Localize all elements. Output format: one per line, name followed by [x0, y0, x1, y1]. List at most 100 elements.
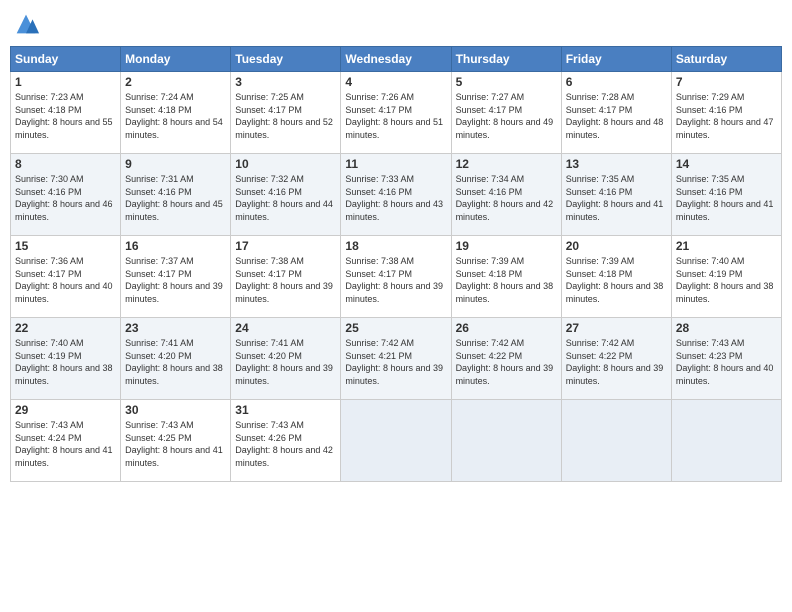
calendar-cell: 26 Sunrise: 7:42 AM Sunset: 4:22 PM Dayl… [451, 318, 561, 400]
day-of-week-header: Friday [561, 47, 671, 72]
cell-info: Sunrise: 7:36 AM Sunset: 4:17 PM Dayligh… [15, 255, 116, 305]
day-of-week-header: Saturday [671, 47, 781, 72]
cell-info: Sunrise: 7:40 AM Sunset: 4:19 PM Dayligh… [676, 255, 777, 305]
cell-info: Sunrise: 7:33 AM Sunset: 4:16 PM Dayligh… [345, 173, 446, 223]
cell-info: Sunrise: 7:37 AM Sunset: 4:17 PM Dayligh… [125, 255, 226, 305]
calendar-cell: 16 Sunrise: 7:37 AM Sunset: 4:17 PM Dayl… [121, 236, 231, 318]
day-of-week-header: Sunday [11, 47, 121, 72]
calendar-cell: 7 Sunrise: 7:29 AM Sunset: 4:16 PM Dayli… [671, 72, 781, 154]
calendar-cell: 18 Sunrise: 7:38 AM Sunset: 4:17 PM Dayl… [341, 236, 451, 318]
day-of-week-header: Wednesday [341, 47, 451, 72]
day-number: 26 [456, 321, 557, 335]
calendar-cell: 17 Sunrise: 7:38 AM Sunset: 4:17 PM Dayl… [231, 236, 341, 318]
calendar-cell: 21 Sunrise: 7:40 AM Sunset: 4:19 PM Dayl… [671, 236, 781, 318]
day-number: 31 [235, 403, 336, 417]
day-number: 25 [345, 321, 446, 335]
calendar-cell: 28 Sunrise: 7:43 AM Sunset: 4:23 PM Dayl… [671, 318, 781, 400]
calendar-cell: 2 Sunrise: 7:24 AM Sunset: 4:18 PM Dayli… [121, 72, 231, 154]
cell-info: Sunrise: 7:41 AM Sunset: 4:20 PM Dayligh… [235, 337, 336, 387]
day-number: 20 [566, 239, 667, 253]
day-number: 15 [15, 239, 116, 253]
cell-info: Sunrise: 7:23 AM Sunset: 4:18 PM Dayligh… [15, 91, 116, 141]
cell-info: Sunrise: 7:35 AM Sunset: 4:16 PM Dayligh… [566, 173, 667, 223]
cell-info: Sunrise: 7:29 AM Sunset: 4:16 PM Dayligh… [676, 91, 777, 141]
calendar-cell: 24 Sunrise: 7:41 AM Sunset: 4:20 PM Dayl… [231, 318, 341, 400]
calendar-header-row: SundayMondayTuesdayWednesdayThursdayFrid… [11, 47, 782, 72]
day-number: 18 [345, 239, 446, 253]
day-number: 3 [235, 75, 336, 89]
day-number: 24 [235, 321, 336, 335]
calendar-cell: 15 Sunrise: 7:36 AM Sunset: 4:17 PM Dayl… [11, 236, 121, 318]
calendar-cell: 10 Sunrise: 7:32 AM Sunset: 4:16 PM Dayl… [231, 154, 341, 236]
calendar-cell: 8 Sunrise: 7:30 AM Sunset: 4:16 PM Dayli… [11, 154, 121, 236]
day-number: 6 [566, 75, 667, 89]
day-of-week-header: Tuesday [231, 47, 341, 72]
cell-info: Sunrise: 7:38 AM Sunset: 4:17 PM Dayligh… [345, 255, 446, 305]
page-header [10, 10, 782, 38]
day-of-week-header: Monday [121, 47, 231, 72]
calendar-cell: 30 Sunrise: 7:43 AM Sunset: 4:25 PM Dayl… [121, 400, 231, 482]
day-number: 10 [235, 157, 336, 171]
cell-info: Sunrise: 7:30 AM Sunset: 4:16 PM Dayligh… [15, 173, 116, 223]
cell-info: Sunrise: 7:42 AM Sunset: 4:22 PM Dayligh… [566, 337, 667, 387]
calendar-week-row: 29 Sunrise: 7:43 AM Sunset: 4:24 PM Dayl… [11, 400, 782, 482]
day-number: 8 [15, 157, 116, 171]
day-number: 30 [125, 403, 226, 417]
calendar-cell: 4 Sunrise: 7:26 AM Sunset: 4:17 PM Dayli… [341, 72, 451, 154]
day-number: 14 [676, 157, 777, 171]
logo [10, 10, 40, 38]
cell-info: Sunrise: 7:43 AM Sunset: 4:26 PM Dayligh… [235, 419, 336, 469]
calendar-cell: 11 Sunrise: 7:33 AM Sunset: 4:16 PM Dayl… [341, 154, 451, 236]
cell-info: Sunrise: 7:39 AM Sunset: 4:18 PM Dayligh… [456, 255, 557, 305]
cell-info: Sunrise: 7:34 AM Sunset: 4:16 PM Dayligh… [456, 173, 557, 223]
day-number: 1 [15, 75, 116, 89]
calendar-week-row: 1 Sunrise: 7:23 AM Sunset: 4:18 PM Dayli… [11, 72, 782, 154]
day-number: 17 [235, 239, 336, 253]
cell-info: Sunrise: 7:25 AM Sunset: 4:17 PM Dayligh… [235, 91, 336, 141]
day-number: 29 [15, 403, 116, 417]
calendar-week-row: 8 Sunrise: 7:30 AM Sunset: 4:16 PM Dayli… [11, 154, 782, 236]
calendar-cell [671, 400, 781, 482]
calendar-cell: 14 Sunrise: 7:35 AM Sunset: 4:16 PM Dayl… [671, 154, 781, 236]
day-number: 27 [566, 321, 667, 335]
day-of-week-header: Thursday [451, 47, 561, 72]
day-number: 19 [456, 239, 557, 253]
calendar-cell: 22 Sunrise: 7:40 AM Sunset: 4:19 PM Dayl… [11, 318, 121, 400]
calendar-cell: 27 Sunrise: 7:42 AM Sunset: 4:22 PM Dayl… [561, 318, 671, 400]
calendar-cell: 20 Sunrise: 7:39 AM Sunset: 4:18 PM Dayl… [561, 236, 671, 318]
cell-info: Sunrise: 7:43 AM Sunset: 4:24 PM Dayligh… [15, 419, 116, 469]
calendar-cell: 23 Sunrise: 7:41 AM Sunset: 4:20 PM Dayl… [121, 318, 231, 400]
calendar-cell: 25 Sunrise: 7:42 AM Sunset: 4:21 PM Dayl… [341, 318, 451, 400]
calendar-cell: 1 Sunrise: 7:23 AM Sunset: 4:18 PM Dayli… [11, 72, 121, 154]
day-number: 11 [345, 157, 446, 171]
day-number: 13 [566, 157, 667, 171]
cell-info: Sunrise: 7:27 AM Sunset: 4:17 PM Dayligh… [456, 91, 557, 141]
cell-info: Sunrise: 7:42 AM Sunset: 4:21 PM Dayligh… [345, 337, 446, 387]
day-number: 7 [676, 75, 777, 89]
day-number: 12 [456, 157, 557, 171]
cell-info: Sunrise: 7:43 AM Sunset: 4:23 PM Dayligh… [676, 337, 777, 387]
calendar-cell: 29 Sunrise: 7:43 AM Sunset: 4:24 PM Dayl… [11, 400, 121, 482]
calendar-week-row: 15 Sunrise: 7:36 AM Sunset: 4:17 PM Dayl… [11, 236, 782, 318]
calendar-cell [561, 400, 671, 482]
day-number: 9 [125, 157, 226, 171]
calendar-cell: 3 Sunrise: 7:25 AM Sunset: 4:17 PM Dayli… [231, 72, 341, 154]
logo-icon [12, 10, 40, 38]
calendar-week-row: 22 Sunrise: 7:40 AM Sunset: 4:19 PM Dayl… [11, 318, 782, 400]
day-number: 2 [125, 75, 226, 89]
calendar-cell: 31 Sunrise: 7:43 AM Sunset: 4:26 PM Dayl… [231, 400, 341, 482]
day-number: 5 [456, 75, 557, 89]
cell-info: Sunrise: 7:26 AM Sunset: 4:17 PM Dayligh… [345, 91, 446, 141]
day-number: 4 [345, 75, 446, 89]
day-number: 28 [676, 321, 777, 335]
cell-info: Sunrise: 7:38 AM Sunset: 4:17 PM Dayligh… [235, 255, 336, 305]
day-number: 16 [125, 239, 226, 253]
cell-info: Sunrise: 7:41 AM Sunset: 4:20 PM Dayligh… [125, 337, 226, 387]
day-number: 23 [125, 321, 226, 335]
cell-info: Sunrise: 7:35 AM Sunset: 4:16 PM Dayligh… [676, 173, 777, 223]
calendar-cell: 6 Sunrise: 7:28 AM Sunset: 4:17 PM Dayli… [561, 72, 671, 154]
calendar-cell: 9 Sunrise: 7:31 AM Sunset: 4:16 PM Dayli… [121, 154, 231, 236]
calendar-cell: 5 Sunrise: 7:27 AM Sunset: 4:17 PM Dayli… [451, 72, 561, 154]
cell-info: Sunrise: 7:28 AM Sunset: 4:17 PM Dayligh… [566, 91, 667, 141]
calendar-table: SundayMondayTuesdayWednesdayThursdayFrid… [10, 46, 782, 482]
